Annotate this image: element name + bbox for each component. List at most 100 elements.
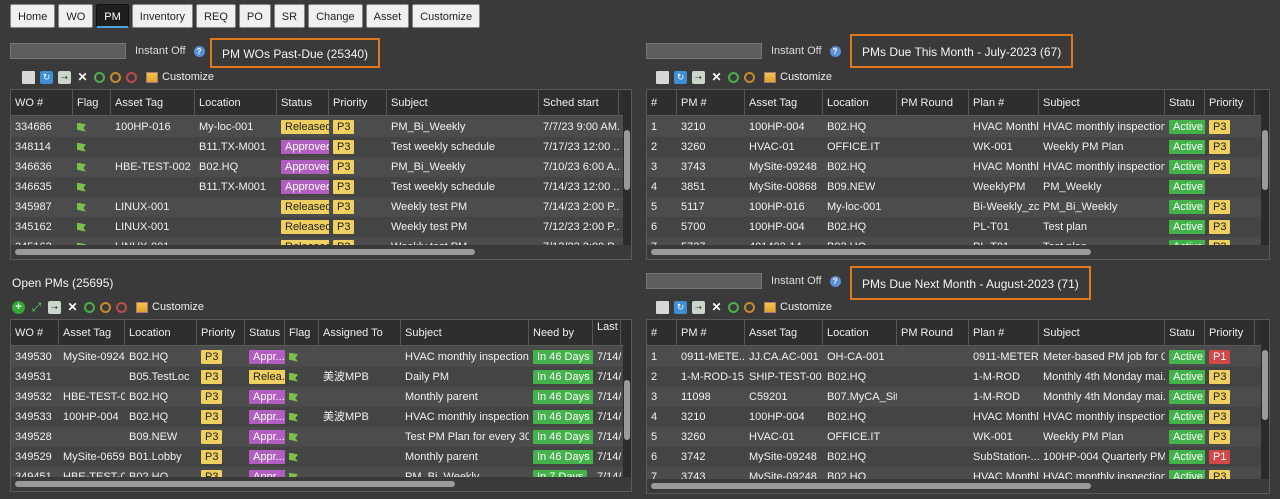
close-icon[interactable]: ✕ [710,300,723,314]
table-row[interactable]: 349528 B09.NEW P3 Appr... Test PM Plan for e… [11,427,631,447]
column-header[interactable]: Plan # [969,90,1039,116]
column-header[interactable]: Subject [1039,320,1165,346]
instant-toggle[interactable]: Instant Off [135,45,186,57]
nav-tab-inventory[interactable]: Inventory [131,4,194,28]
column-header[interactable]: WO # [11,90,73,116]
column-header[interactable]: Status [277,90,329,116]
vertical-scrollbar[interactable] [1261,90,1269,245]
column-header[interactable]: Subject [401,320,529,346]
print-icon[interactable] [22,70,35,84]
column-header[interactable]: Flag [285,320,319,346]
nav-tab-home[interactable]: Home [10,4,56,28]
customize-button[interactable]: Customize [146,71,214,83]
export-icon[interactable]: ⇢ [58,70,71,84]
column-header[interactable]: Priority [197,320,245,346]
table-row[interactable]: 349531 B05.TestLoc P3 Relea... 美波MPB Daily PM… [11,367,631,387]
column-header[interactable]: Priority [329,90,387,116]
table-row[interactable]: 7 3743 MySite-09248 B02.HQ HVAC Monthly HVAC … [647,467,1269,479]
help-icon[interactable]: ? [829,275,841,287]
nav-tab-customize[interactable]: Customize [412,4,481,28]
flag-icon[interactable] [77,222,86,232]
table-row[interactable]: 346635 B11.TX-M001 Approved P3 Test weekly s… [11,177,631,197]
horizontal-scrollbar[interactable] [11,245,631,259]
flag-icon[interactable] [77,122,86,132]
export-icon[interactable]: ⇢ [48,300,61,314]
filter-input[interactable] [10,43,126,59]
help-icon[interactable]: ? [193,45,205,57]
instant-toggle[interactable]: Instant Off [771,45,822,57]
scroll-thumb[interactable] [1262,350,1268,420]
scroll-thumb[interactable] [624,130,630,190]
flag-icon[interactable] [77,182,86,192]
zoom-out-icon[interactable] [110,71,121,83]
column-header[interactable]: Location [823,90,897,116]
column-header[interactable]: Asset Tag [111,90,195,116]
filter-input[interactable] [646,273,762,289]
customize-button[interactable]: Customize [764,301,832,313]
zoom-in-icon[interactable] [728,71,739,83]
customize-button[interactable]: Customize [764,71,832,83]
column-header[interactable]: PM Round [897,90,969,116]
vertical-scrollbar[interactable] [623,90,631,245]
flag-icon[interactable] [77,142,86,152]
scroll-thumb[interactable] [1262,130,1268,190]
zoom-reset-icon[interactable] [116,301,127,313]
column-header[interactable]: Priority [1205,90,1255,116]
close-icon[interactable]: ✕ [66,300,79,314]
nav-tab-change[interactable]: Change [308,4,363,28]
zoom-in-icon[interactable] [728,301,739,313]
flag-icon[interactable] [289,452,298,462]
scroll-thumb[interactable] [651,483,1091,489]
column-header[interactable]: Statu [1165,320,1205,346]
scroll-thumb[interactable] [624,380,630,440]
zoom-in-icon[interactable] [94,71,105,83]
table-row[interactable]: 345163 LINUX-001 ReleasedP3Weekly test PM7… [11,237,631,245]
table-row[interactable]: 348114 B11.TX-M001 Approved P3 Test weekly s… [11,137,631,157]
horizontal-scrollbar[interactable] [11,477,631,491]
column-header[interactable]: Subject [1039,90,1165,116]
table-row[interactable]: 3 3743 MySite-09248 B02.HQ HVAC Monthly HVAC … [647,157,1269,177]
vertical-scrollbar[interactable] [1261,320,1269,479]
table-row[interactable]: 5 5117 100HP-016 My-loc-001 Bi-Weekly_zc PM_B… [647,197,1269,217]
flag-icon[interactable] [289,372,298,382]
flag-icon[interactable] [77,162,86,172]
flag-icon[interactable] [289,352,298,362]
export-icon[interactable]: ⇢ [692,70,705,84]
column-header[interactable]: Need by [529,320,593,346]
table-row[interactable]: 345987 LINUX-001 Released P3 Weekly test PM 7… [11,197,631,217]
column-header[interactable]: # [647,320,677,346]
column-header[interactable]: Sched start [539,90,619,116]
horizontal-scrollbar[interactable] [647,479,1269,493]
print-icon[interactable] [656,70,669,84]
table-row[interactable]: 6 3742 MySite-09248 B02.HQ SubStation-... 100… [647,447,1269,467]
zoom-out-icon[interactable] [100,301,111,313]
table-row[interactable]: 349530 MySite-09248 B02.HQ P3 Appr... HVAC mo… [11,347,631,367]
add-icon[interactable]: + [12,300,25,314]
scroll-thumb[interactable] [15,481,455,487]
zoom-reset-icon[interactable] [126,71,137,83]
column-header[interactable]: Flag [73,90,111,116]
flag-icon[interactable] [289,432,298,442]
nav-tab-sr[interactable]: SR [273,4,306,28]
column-header[interactable]: PM Round [897,320,969,346]
nav-tab-wo[interactable]: WO [58,4,94,28]
flag-icon[interactable] [77,202,86,212]
nav-tab-asset[interactable]: Asset [365,4,410,28]
table-row[interactable]: 349451 HBE-TEST-0... B02.HQ P3 Appr... PM_Bi_… [11,467,631,477]
column-header[interactable]: PM # [677,320,745,346]
scroll-thumb[interactable] [651,249,1091,255]
nav-tab-req[interactable]: REQ [196,4,236,28]
help-icon[interactable]: ? [829,45,841,57]
zoom-in-icon[interactable] [84,301,95,313]
column-header[interactable]: WO # [11,320,59,346]
nav-tab-po[interactable]: PO [238,4,271,28]
nav-tab-pm[interactable]: PM [96,4,129,28]
filter-input[interactable] [646,43,762,59]
table-row[interactable]: 4 3210 100HP-004 B02.HQ HVAC Monthly HVAC mon… [647,407,1269,427]
column-header[interactable]: Statu [1165,90,1205,116]
table-row[interactable]: 334686 100HP-016 My-loc-001 Released P3 PM_Bi… [11,117,631,137]
table-row[interactable]: 75727401402-14B02.HQ PL-T01Test planActiv… [647,237,1269,245]
column-header[interactable]: Location [195,90,277,116]
zoom-out-icon[interactable] [744,71,755,83]
refresh-icon[interactable]: ↻ [40,70,53,84]
